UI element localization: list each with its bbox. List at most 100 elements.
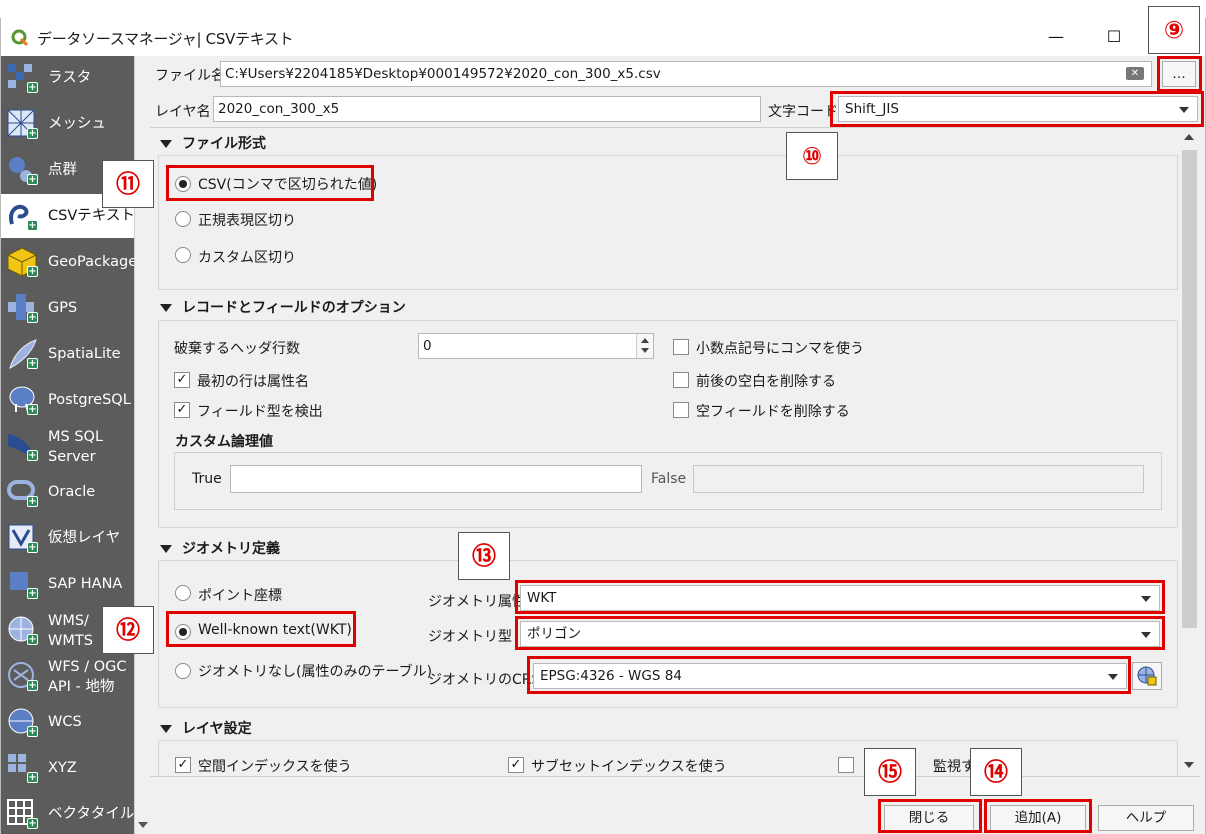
- subset-index-checkbox[interactable]: ✓: [508, 757, 524, 773]
- point-coords-radio[interactable]: [175, 585, 191, 601]
- add-icon: +: [27, 266, 38, 277]
- collapse-triangle-icon: [160, 140, 172, 148]
- detect-types-label: フィールド型を検出: [197, 404, 323, 420]
- scroll-down-icon[interactable]: [1184, 762, 1194, 768]
- no-geometry-label: ジオメトリなし(属性のみのテーブル): [198, 664, 433, 680]
- layer-settings-section[interactable]: レイヤ設定: [160, 718, 252, 738]
- regex-radio[interactable]: [175, 211, 191, 227]
- detect-types-checkbox[interactable]: ✓: [174, 402, 190, 418]
- sidebar-item-mssql[interactable]: + MS SQL Server: [1, 424, 134, 468]
- section-title: レコードとフィールドのオプション: [182, 300, 406, 316]
- sidebar-item-wcs[interactable]: + WCS: [1, 700, 134, 744]
- false-input[interactable]: [693, 465, 1144, 493]
- highlight-crs: [527, 656, 1131, 694]
- sidebar-item-label: ラスタ: [48, 70, 92, 86]
- add-icon: +: [27, 312, 38, 323]
- highlight-csv: [166, 165, 374, 201]
- collapse-triangle-icon: [160, 545, 172, 553]
- decimal-comma-checkbox[interactable]: [673, 339, 689, 355]
- highlight-geometry-field: [515, 580, 1165, 614]
- geometry-crs-label: ジオメトリのCRS: [428, 672, 541, 688]
- discard-header-value: 0: [423, 338, 432, 354]
- spatial-index-checkbox[interactable]: ✓: [175, 757, 191, 773]
- no-geometry-radio[interactable]: [175, 663, 191, 679]
- sidebar-item-vector-tile[interactable]: + ベクタタイル: [1, 792, 134, 834]
- add-icon: +: [27, 634, 38, 645]
- discard-empty-label: 空フィールドを削除する: [696, 404, 850, 420]
- highlight-browse: [1157, 56, 1202, 92]
- scroll-thumb[interactable]: [1182, 150, 1197, 628]
- qgis-logo-icon: [11, 29, 29, 47]
- highlight-add: [984, 799, 1092, 833]
- sidebar-item-postgresql[interactable]: + PostgreSQL: [1, 378, 134, 422]
- callout-15: ⑮: [864, 748, 916, 796]
- sidebar-item-label: WCS: [48, 714, 82, 730]
- add-icon: +: [27, 542, 38, 553]
- first-row-checkbox[interactable]: ✓: [174, 372, 190, 388]
- file-name-input[interactable]: C:¥Users¥2204185¥Desktop¥000149572¥2020_…: [220, 61, 1152, 87]
- add-icon: +: [27, 128, 38, 139]
- geometry-section[interactable]: ジオメトリ定義: [160, 538, 280, 558]
- highlight-geometry-type: [515, 616, 1165, 650]
- maximize-button[interactable]: ☐: [1091, 18, 1137, 56]
- chevron-down-icon[interactable]: [641, 348, 649, 353]
- encoding-label: 文字コード: [768, 104, 838, 120]
- scroll-up-icon[interactable]: [1184, 134, 1194, 140]
- sidebar-item-label: ベクタタイル: [48, 806, 134, 822]
- highlight-encoding: [830, 91, 1204, 127]
- discard-header-label: 破棄するヘッダ行数: [174, 341, 300, 357]
- sidebar-item-raster[interactable]: + ラスタ: [1, 56, 134, 100]
- watch-file-checkbox[interactable]: [838, 757, 854, 773]
- help-button[interactable]: ヘルプ: [1098, 805, 1194, 831]
- sidebar-item-virtual-layer[interactable]: + 仮想レイヤ: [1, 516, 134, 560]
- add-icon: +: [27, 82, 38, 93]
- main-scrollbar[interactable]: [1180, 128, 1199, 776]
- sidebar-item-geopackage[interactable]: + GeoPackage: [1, 240, 134, 284]
- sidebar-item-label: メッシュ: [48, 116, 106, 132]
- custom-delimiter-radio[interactable]: [175, 247, 191, 263]
- file-name-value: C:¥Users¥2204185¥Desktop¥000149572¥2020_…: [225, 66, 661, 82]
- add-icon: +: [27, 496, 38, 507]
- section-title: レイヤ設定: [182, 721, 252, 737]
- spinbox-stepper[interactable]: [636, 334, 653, 358]
- discard-empty-checkbox[interactable]: [673, 402, 689, 418]
- sidebar-item-label: GPS: [48, 300, 78, 316]
- collapse-triangle-icon: [160, 725, 172, 733]
- false-label: False: [651, 471, 687, 487]
- select-crs-button[interactable]: [1132, 662, 1162, 690]
- add-icon: +: [27, 588, 38, 599]
- clear-icon[interactable]: ✕: [1126, 67, 1144, 80]
- sidebar-item-mesh[interactable]: + メッシュ: [1, 102, 134, 146]
- section-title: ジオメトリ定義: [182, 541, 280, 557]
- geometry-type-label: ジオメトリ型: [428, 629, 512, 645]
- true-input[interactable]: [230, 465, 642, 493]
- add-icon: +: [27, 220, 38, 231]
- custom-boolean-title: カスタム論理値: [175, 434, 273, 450]
- minimize-button[interactable]: —: [1033, 18, 1079, 56]
- trim-checkbox[interactable]: [673, 372, 689, 388]
- chevron-up-icon[interactable]: [641, 338, 649, 343]
- sidebar-item-xyz[interactable]: + XYZ: [1, 746, 134, 790]
- sidebar-item-gps[interactable]: + GPS: [1, 286, 134, 330]
- sidebar-item-label: WFS / OGC API - 地物: [48, 659, 127, 695]
- file-format-section[interactable]: ファイル形式: [160, 133, 266, 153]
- sidebar-item-spatialite[interactable]: + SpatiaLite: [1, 332, 134, 376]
- sidebar-item-label: GeoPackage: [48, 254, 134, 270]
- scroll-down-icon[interactable]: [138, 822, 148, 828]
- spatial-index-label: 空間インデックスを使う: [198, 759, 352, 775]
- layer-name-label: レイヤ名: [155, 104, 211, 120]
- sidebar-item-label: MS SQL Server: [48, 429, 104, 465]
- sidebar-item-label: PostgreSQL: [48, 392, 131, 408]
- sidebar-item-sap-hana[interactable]: + SAP HANA: [1, 562, 134, 606]
- layer-name-input[interactable]: 2020_con_300_x5: [213, 96, 761, 122]
- callout-9: ⑨: [1148, 6, 1200, 54]
- sidebar-item-label: WMS/ WMTS: [48, 613, 93, 649]
- sidebar-item-label: 点群: [48, 162, 77, 178]
- collapse-triangle-icon: [160, 304, 172, 312]
- sidebar-item-wfs[interactable]: + WFS / OGC API - 地物: [1, 654, 134, 698]
- sidebar-item-label: CSVテキスト: [48, 208, 134, 224]
- record-options-section[interactable]: レコードとフィールドのオプション: [160, 297, 406, 317]
- true-label: True: [192, 471, 222, 487]
- sidebar-item-oracle[interactable]: + Oracle: [1, 470, 134, 514]
- discard-header-spinbox[interactable]: 0: [418, 333, 654, 359]
